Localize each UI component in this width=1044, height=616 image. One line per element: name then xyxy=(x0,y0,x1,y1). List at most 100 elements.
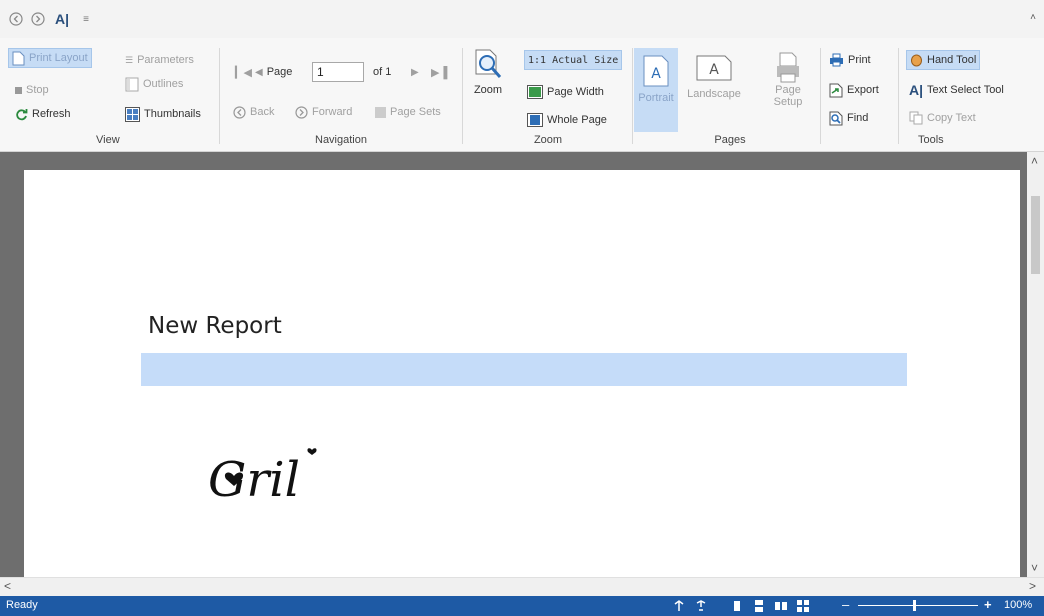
page-setup-icon xyxy=(777,52,799,83)
refresh-label: Refresh xyxy=(32,108,71,120)
portrait-label: Portrait xyxy=(638,92,674,104)
separator xyxy=(898,48,899,144)
zoom-button[interactable]: Zoom xyxy=(468,48,508,96)
outlines-label: Outlines xyxy=(143,78,184,90)
separator xyxy=(820,48,821,144)
refresh-button[interactable]: Refresh xyxy=(12,104,74,124)
page-icon xyxy=(12,51,25,65)
ribbon: Print Layout ☰ Parameters Stop Outlines … xyxy=(0,38,1044,152)
first-page-icon: ▎◀ xyxy=(235,66,252,79)
scroll-down-arrow[interactable]: ˅ xyxy=(1031,561,1038,575)
hand-tool-label: Hand Tool xyxy=(927,54,977,66)
back-button[interactable]: Back xyxy=(230,102,277,122)
zoom-slider-thumb[interactable] xyxy=(913,600,916,611)
parameters-button[interactable]: ☰ Parameters xyxy=(122,50,197,70)
parameters-icon: ☰ xyxy=(125,54,134,65)
separator xyxy=(462,48,463,144)
whole-page-button[interactable]: Whole Page xyxy=(524,110,610,130)
page-setup-button[interactable]: Page Setup xyxy=(768,52,808,108)
print-button[interactable]: Print xyxy=(826,50,874,70)
stop-button[interactable]: Stop xyxy=(12,80,52,100)
last-page-button[interactable]: ▶▐ xyxy=(428,62,450,82)
thumbnails-button[interactable]: Thumbnails xyxy=(122,104,204,124)
zoom-in-button[interactable]: + xyxy=(984,597,992,612)
landscape-button[interactable]: A Landscape xyxy=(684,54,744,100)
signature-text: Gril xyxy=(208,452,300,508)
vertical-scrollbar[interactable]: ˄ ˅ xyxy=(1027,152,1044,577)
signature-image: Gril xyxy=(208,448,317,508)
output-group: Print Export Find xyxy=(824,42,894,150)
page-sets-button[interactable]: Page Sets xyxy=(372,102,444,122)
copy-text-label: Copy Text xyxy=(927,112,976,124)
export-icon xyxy=(829,83,843,97)
copy-text-button[interactable]: Copy Text xyxy=(906,108,979,128)
landscape-label: Landscape xyxy=(687,88,741,100)
hand-tool-button[interactable]: Hand Tool xyxy=(906,50,981,70)
portrait-icon: A xyxy=(643,55,669,87)
single-page-view-icon[interactable] xyxy=(730,599,744,613)
thumbnails-label: Thumbnails xyxy=(144,108,201,120)
page-width-button[interactable]: Page Width xyxy=(524,82,607,102)
export-label: Export xyxy=(847,84,879,96)
quick-access-toolbar: A| ≡ ˄ xyxy=(0,0,1044,38)
back-icon[interactable] xyxy=(8,11,24,27)
landscape-icon: A xyxy=(696,55,732,81)
page-number-input[interactable] xyxy=(312,62,364,82)
page-sets-label: Page Sets xyxy=(390,106,441,118)
zoom-out-button[interactable]: – xyxy=(842,597,849,612)
scroll-right-arrow[interactable]: > xyxy=(1029,579,1036,593)
hand-icon xyxy=(911,54,922,67)
page-sets-icon xyxy=(375,106,386,118)
report-page: New Report Gril xyxy=(24,170,1020,596)
refresh-icon xyxy=(16,108,28,120)
scroll-up-arrow[interactable]: ˄ xyxy=(1031,154,1038,168)
status-bar: Ready – + 100% xyxy=(0,596,1044,616)
title-band xyxy=(141,353,907,386)
report-title: New Report xyxy=(148,313,282,339)
back-nav-icon xyxy=(233,105,246,119)
page-setup-label-2: Setup xyxy=(773,96,803,108)
portrait-button[interactable]: A Portrait xyxy=(634,48,678,132)
previous-page-icon: ◀ xyxy=(255,66,263,78)
navigation-group-label: Navigation xyxy=(315,134,367,146)
customize-qat-icon[interactable]: ≡ xyxy=(78,11,94,27)
single-page-continuous-icon[interactable] xyxy=(672,599,686,613)
of-pages-text: of 1 xyxy=(373,66,392,78)
continuous-view-icon[interactable] xyxy=(752,599,766,613)
zoom-slider-track[interactable] xyxy=(858,605,978,606)
horizontal-scrollbar[interactable]: < > xyxy=(0,577,1044,596)
pages-group-label: Pages xyxy=(714,134,746,146)
forward-icon[interactable] xyxy=(30,11,46,27)
svg-text:A: A xyxy=(709,62,719,78)
text-select-icon[interactable]: A| xyxy=(52,11,72,27)
forward-button[interactable]: Forward xyxy=(292,102,355,122)
multi-page-view-icon[interactable] xyxy=(796,599,810,613)
previous-page-button[interactable]: ◀ Page xyxy=(252,62,295,82)
multi-page-continuous-icon[interactable] xyxy=(694,599,708,613)
print-layout-button[interactable]: Print Layout xyxy=(8,48,92,68)
pages-group: A Portrait A Landscape Page Setup Pages xyxy=(634,42,818,150)
tools-group-label: Tools xyxy=(918,134,944,146)
collapse-ribbon-icon[interactable]: ˄ xyxy=(1030,12,1036,23)
zoom-level-text: 100% xyxy=(1004,599,1033,611)
document-viewport[interactable]: New Report Gril xyxy=(0,152,1044,596)
zoom-group: Zoom 1:1 Actual Size Page Width Whole Pa… xyxy=(464,42,632,150)
zoom-group-label: Zoom xyxy=(533,134,563,146)
next-page-icon: ▶ xyxy=(411,66,419,78)
actual-size-button[interactable]: 1:1 Actual Size xyxy=(524,50,623,70)
copy-icon xyxy=(909,111,923,125)
text-select-tool-icon: A| xyxy=(909,82,924,98)
whole-page-label: Whole Page xyxy=(547,114,607,126)
zoom-label: Zoom xyxy=(473,84,503,96)
next-page-button[interactable]: ▶ xyxy=(408,62,422,82)
outlines-button[interactable]: Outlines xyxy=(122,74,186,94)
text-select-tool-label: Text Select Tool xyxy=(927,84,1004,96)
two-page-view-icon[interactable] xyxy=(774,599,788,613)
text-select-tool-button[interactable]: A| Text Select Tool xyxy=(906,80,1007,100)
scroll-left-arrow[interactable]: < xyxy=(4,579,11,593)
find-button[interactable]: Find xyxy=(826,108,871,128)
export-button[interactable]: Export xyxy=(826,80,882,100)
find-icon xyxy=(829,111,843,125)
vertical-scroll-thumb[interactable] xyxy=(1031,196,1040,274)
page-count-label: of 1 xyxy=(370,62,394,82)
